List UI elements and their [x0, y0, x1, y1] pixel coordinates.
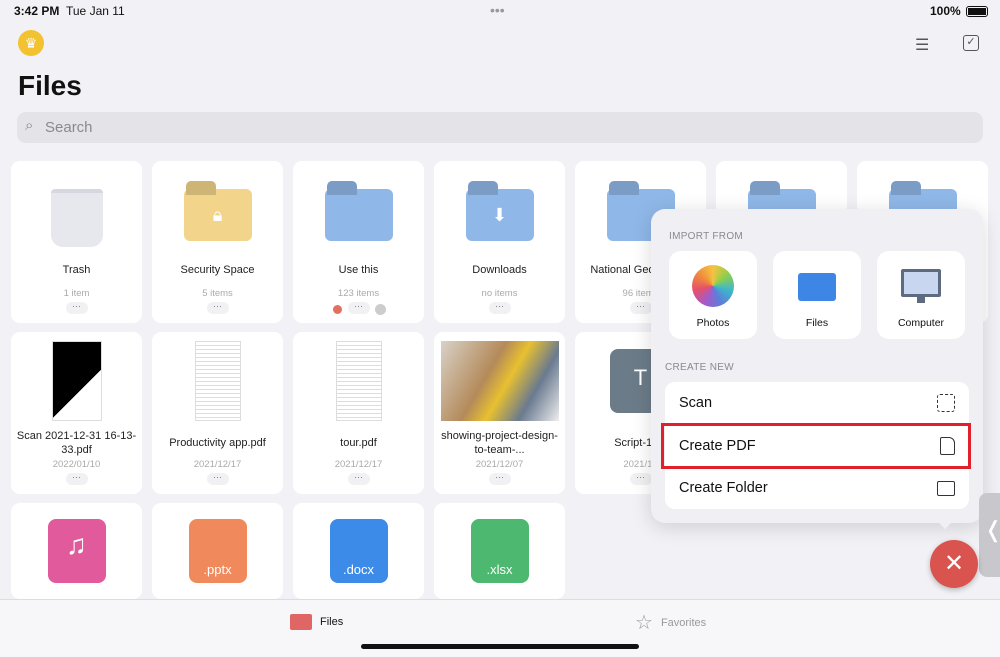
favorite-star-icon[interactable] — [375, 304, 386, 315]
folder-card[interactable]: 🔒︎ Security Space 5 items ··· — [152, 161, 283, 323]
file-card[interactable]: ♫ — [11, 503, 142, 599]
option-label: Create Folder — [679, 480, 768, 496]
import-photos-button[interactable]: Photos — [669, 251, 757, 339]
folder-card[interactable]: Trash 1 item ··· — [11, 161, 142, 323]
color-tag-dot — [333, 305, 342, 314]
import-from-label: IMPORT FROM — [669, 231, 744, 242]
create-new-label: CREATE NEW — [665, 362, 734, 373]
more-button[interactable]: ··· — [629, 302, 652, 314]
lock-folder-icon: 🔒︎ — [183, 189, 252, 241]
item-count: 5 items — [202, 288, 233, 299]
more-button[interactable]: ··· — [206, 302, 229, 314]
file-card[interactable]: Productivity app.pdf 2021/12/17 ··· — [152, 332, 283, 494]
option-label: Scan — [679, 395, 713, 411]
multitask-dots-icon[interactable]: ••• — [490, 2, 505, 18]
tab-bar: Files ☆ Favorites — [0, 599, 1000, 657]
folder-card[interactable]: ⬇ Downloads no items ··· — [434, 161, 565, 323]
search-placeholder: Search — [45, 119, 93, 136]
more-button[interactable]: ··· — [347, 473, 370, 485]
more-button[interactable]: ··· — [65, 473, 88, 485]
search-icon: ⌕ — [25, 117, 34, 134]
photos-icon — [692, 265, 734, 307]
music-file-icon: ♫ — [47, 519, 106, 583]
list-view-icon[interactable]: ☰ — [915, 35, 929, 55]
item-date: 2021/12/17 — [193, 459, 242, 470]
folder-icon — [290, 614, 312, 630]
new-folder-icon — [937, 481, 955, 496]
item-name: Productivity app.pdf — [169, 437, 266, 449]
home-indicator — [361, 644, 639, 649]
tile-label: Photos — [696, 317, 730, 329]
crown-icon[interactable]: ♛ — [18, 30, 44, 56]
more-button[interactable]: ··· — [206, 473, 229, 485]
tab-files[interactable]: Files — [290, 614, 343, 630]
item-count: 1 item — [63, 288, 90, 299]
computer-icon — [901, 269, 941, 297]
item-name: Security Space — [180, 264, 255, 276]
side-panel-handle[interactable]: ❬ — [979, 493, 1000, 577]
item-date: 2022/01/10 — [52, 459, 101, 470]
scan-option[interactable]: Scan — [665, 382, 969, 424]
tile-label: Files — [805, 317, 829, 329]
battery-icon — [966, 6, 988, 17]
pdf-thumbnail — [194, 341, 241, 421]
item-count: no items — [481, 288, 518, 299]
file-card[interactable]: showing-project-design-to-team-... 2021/1… — [434, 332, 565, 494]
search-input[interactable]: ⌕ Search — [17, 112, 983, 143]
scan-icon — [937, 394, 955, 412]
pptx-file-icon: .pptx — [188, 519, 247, 583]
image-thumbnail — [440, 341, 559, 421]
tab-favorites[interactable]: ☆ Favorites — [635, 610, 706, 635]
select-checkbox-icon[interactable]: ✓ — [963, 35, 979, 51]
file-card[interactable]: .xlsx — [434, 503, 565, 599]
item-name: showing-project-design-to-team-... — [441, 430, 558, 456]
close-fab-button[interactable]: ✕ — [930, 540, 978, 588]
docx-file-icon: .docx — [329, 519, 388, 583]
file-extension: .xlsx — [486, 562, 513, 577]
file-extension: .pptx — [203, 562, 232, 577]
scan-thumbnail — [51, 341, 102, 421]
more-button[interactable]: ··· — [629, 473, 652, 485]
more-button[interactable]: ··· — [65, 302, 88, 314]
item-count: 123 items — [337, 288, 380, 299]
add-menu-popup: IMPORT FROM Photos Files Computer CREATE… — [651, 209, 983, 529]
folder-icon — [324, 189, 393, 241]
import-computer-button[interactable]: Computer — [877, 251, 965, 339]
tile-label: Computer — [897, 317, 945, 329]
xlsx-file-icon: .xlsx — [470, 519, 529, 583]
import-files-button[interactable]: Files — [773, 251, 861, 339]
highlight-box — [661, 423, 971, 469]
item-date: 2021/12/17 — [334, 459, 383, 470]
item-name: Scan 2021-12-31 16-13-33.pdf — [16, 430, 137, 456]
popup-arrow — [935, 519, 955, 529]
pdf-thumbnail — [335, 341, 382, 421]
status-time: 3:42 PM — [14, 4, 60, 18]
star-icon: ☆ — [635, 612, 653, 634]
file-card[interactable]: tour.pdf 2021/12/17 ··· — [293, 332, 424, 494]
more-button[interactable]: ··· — [488, 473, 511, 485]
more-button[interactable]: ··· — [488, 302, 511, 314]
more-button[interactable]: ··· — [347, 302, 370, 314]
battery-percent: 100% — [930, 4, 961, 18]
download-folder-icon: ⬇ — [465, 189, 534, 241]
status-date: Tue Jan 11 — [66, 4, 125, 18]
page-title: Files — [18, 70, 82, 101]
item-name: Trash — [62, 264, 91, 276]
item-name: tour.pdf — [340, 437, 377, 449]
folder-card[interactable]: Use this 123 items ··· — [293, 161, 424, 323]
tab-label: Favorites — [660, 616, 707, 629]
file-card[interactable]: .pptx — [152, 503, 283, 599]
item-name: Use this — [338, 264, 379, 276]
file-card[interactable]: Scan 2021-12-31 16-13-33.pdf 2022/01/10 ··… — [11, 332, 142, 494]
tab-label: Files — [320, 616, 344, 628]
files-folder-icon — [798, 273, 836, 301]
create-folder-option[interactable]: Create Folder — [665, 467, 969, 509]
file-extension: .docx — [342, 562, 375, 577]
file-card[interactable]: .docx — [293, 503, 424, 599]
item-name: Downloads — [472, 264, 527, 276]
trash-icon — [50, 189, 103, 247]
item-date: 2021/12/07 — [475, 459, 524, 470]
